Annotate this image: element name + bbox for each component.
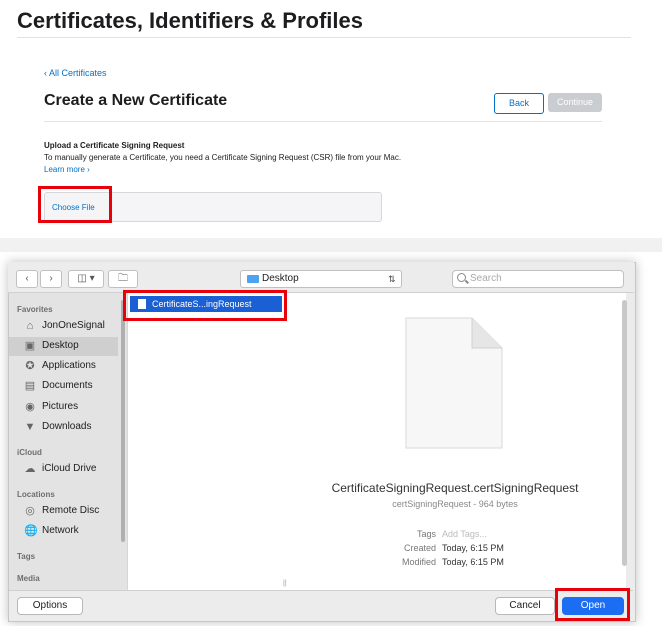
upload-title: Upload a Certificate Signing Request — [44, 141, 185, 150]
preview-scrollbar[interactable] — [622, 300, 627, 566]
sidebar-header-favorites: Favorites — [17, 305, 53, 314]
search-placeholder: Search — [470, 273, 502, 284]
highlight-box-open — [555, 588, 630, 621]
cancel-button[interactable]: Cancel — [495, 597, 555, 615]
file-column — [127, 293, 291, 590]
divider — [44, 121, 602, 122]
tags-label: Tags — [416, 529, 436, 539]
home-icon: ⌂ — [26, 320, 34, 332]
sidebar-header-tags: Tags — [17, 552, 36, 561]
sidebar-item-documents[interactable]: Documents — [42, 380, 93, 391]
page-separator — [0, 238, 662, 252]
downloads-icon: ▼ — [24, 421, 36, 433]
sidebar-header-locations: Locations — [17, 490, 55, 499]
cloud-icon: ☁ — [24, 463, 36, 475]
document-preview-icon — [405, 317, 503, 449]
sidebar-item-downloads[interactable]: Downloads — [42, 421, 91, 432]
divider — [17, 37, 631, 38]
sidebar-item-remote-disc[interactable]: Remote Disc — [42, 505, 99, 516]
created-label: Created — [403, 543, 436, 553]
column-resize-handle[interactable]: || — [283, 580, 287, 587]
disc-icon: ◎ — [25, 505, 35, 517]
page-title: Certificates, Identifiers & Profiles — [17, 8, 363, 33]
all-certificates-link[interactable]: ‹ All Certificates — [44, 68, 107, 78]
chevron-right-icon: › — [49, 273, 53, 284]
pictures-icon: ◉ — [25, 401, 35, 413]
desktop-folder-icon — [247, 275, 259, 283]
new-folder-button[interactable]: 🗀 — [108, 270, 138, 288]
path-label: Desktop — [262, 273, 299, 284]
modified-value: Today, 6:15 PM — [442, 557, 504, 567]
chevron-left-icon: ‹ — [25, 273, 29, 284]
learn-more-link[interactable]: Learn more › — [44, 165, 90, 174]
sidebar-item-applications[interactable]: Applications — [42, 360, 96, 371]
section-title: Create a New Certificate — [44, 92, 228, 109]
sidebar-header-icloud: iCloud — [17, 448, 42, 457]
preview-file-info: certSigningRequest - 964 bytes — [392, 499, 518, 509]
upload-description: To manually generate a Certificate, you … — [44, 153, 402, 162]
sidebar-item-icloud-drive[interactable]: iCloud Drive — [42, 463, 96, 474]
network-icon: 🌐 — [24, 525, 38, 537]
sidebar-item-jononesignal[interactable]: JonOneSignal — [42, 320, 105, 331]
highlight-box-choose-file — [38, 186, 112, 223]
sidebar-item-network[interactable]: Network — [42, 525, 79, 536]
created-value: Today, 6:15 PM — [442, 543, 504, 553]
highlight-box-file — [123, 290, 287, 321]
modified-label: Modified — [401, 557, 436, 567]
columns-view-icon: ◫ ▾ — [77, 273, 95, 284]
back-button[interactable]: Back — [494, 93, 544, 114]
folder-icon: 🗀 — [118, 273, 128, 284]
sidebar-scrollbar[interactable] — [121, 300, 125, 542]
add-tags-field[interactable]: Add Tags... — [442, 529, 487, 539]
sidebar-header-media: Media — [17, 574, 40, 583]
updown-arrows-icon: ⇅ — [388, 274, 396, 284]
documents-icon: ▤ — [24, 380, 36, 392]
applications-icon: ✪ — [25, 360, 35, 372]
forward-nav-button[interactable]: › — [40, 270, 62, 288]
sidebar-item-desktop[interactable]: Desktop — [42, 340, 79, 351]
back-nav-button[interactable]: ‹ — [16, 270, 38, 288]
sidebar-item-pictures[interactable]: Pictures — [42, 401, 78, 412]
desktop-icon: ▣ — [24, 340, 36, 352]
options-button[interactable]: Options — [17, 597, 83, 615]
view-mode-button[interactable]: ◫ ▾ — [68, 270, 104, 288]
search-icon — [457, 273, 466, 282]
preview-file-name: CertificateSigningRequest.certSigningReq… — [331, 481, 579, 495]
continue-button[interactable]: Continue — [548, 93, 602, 112]
